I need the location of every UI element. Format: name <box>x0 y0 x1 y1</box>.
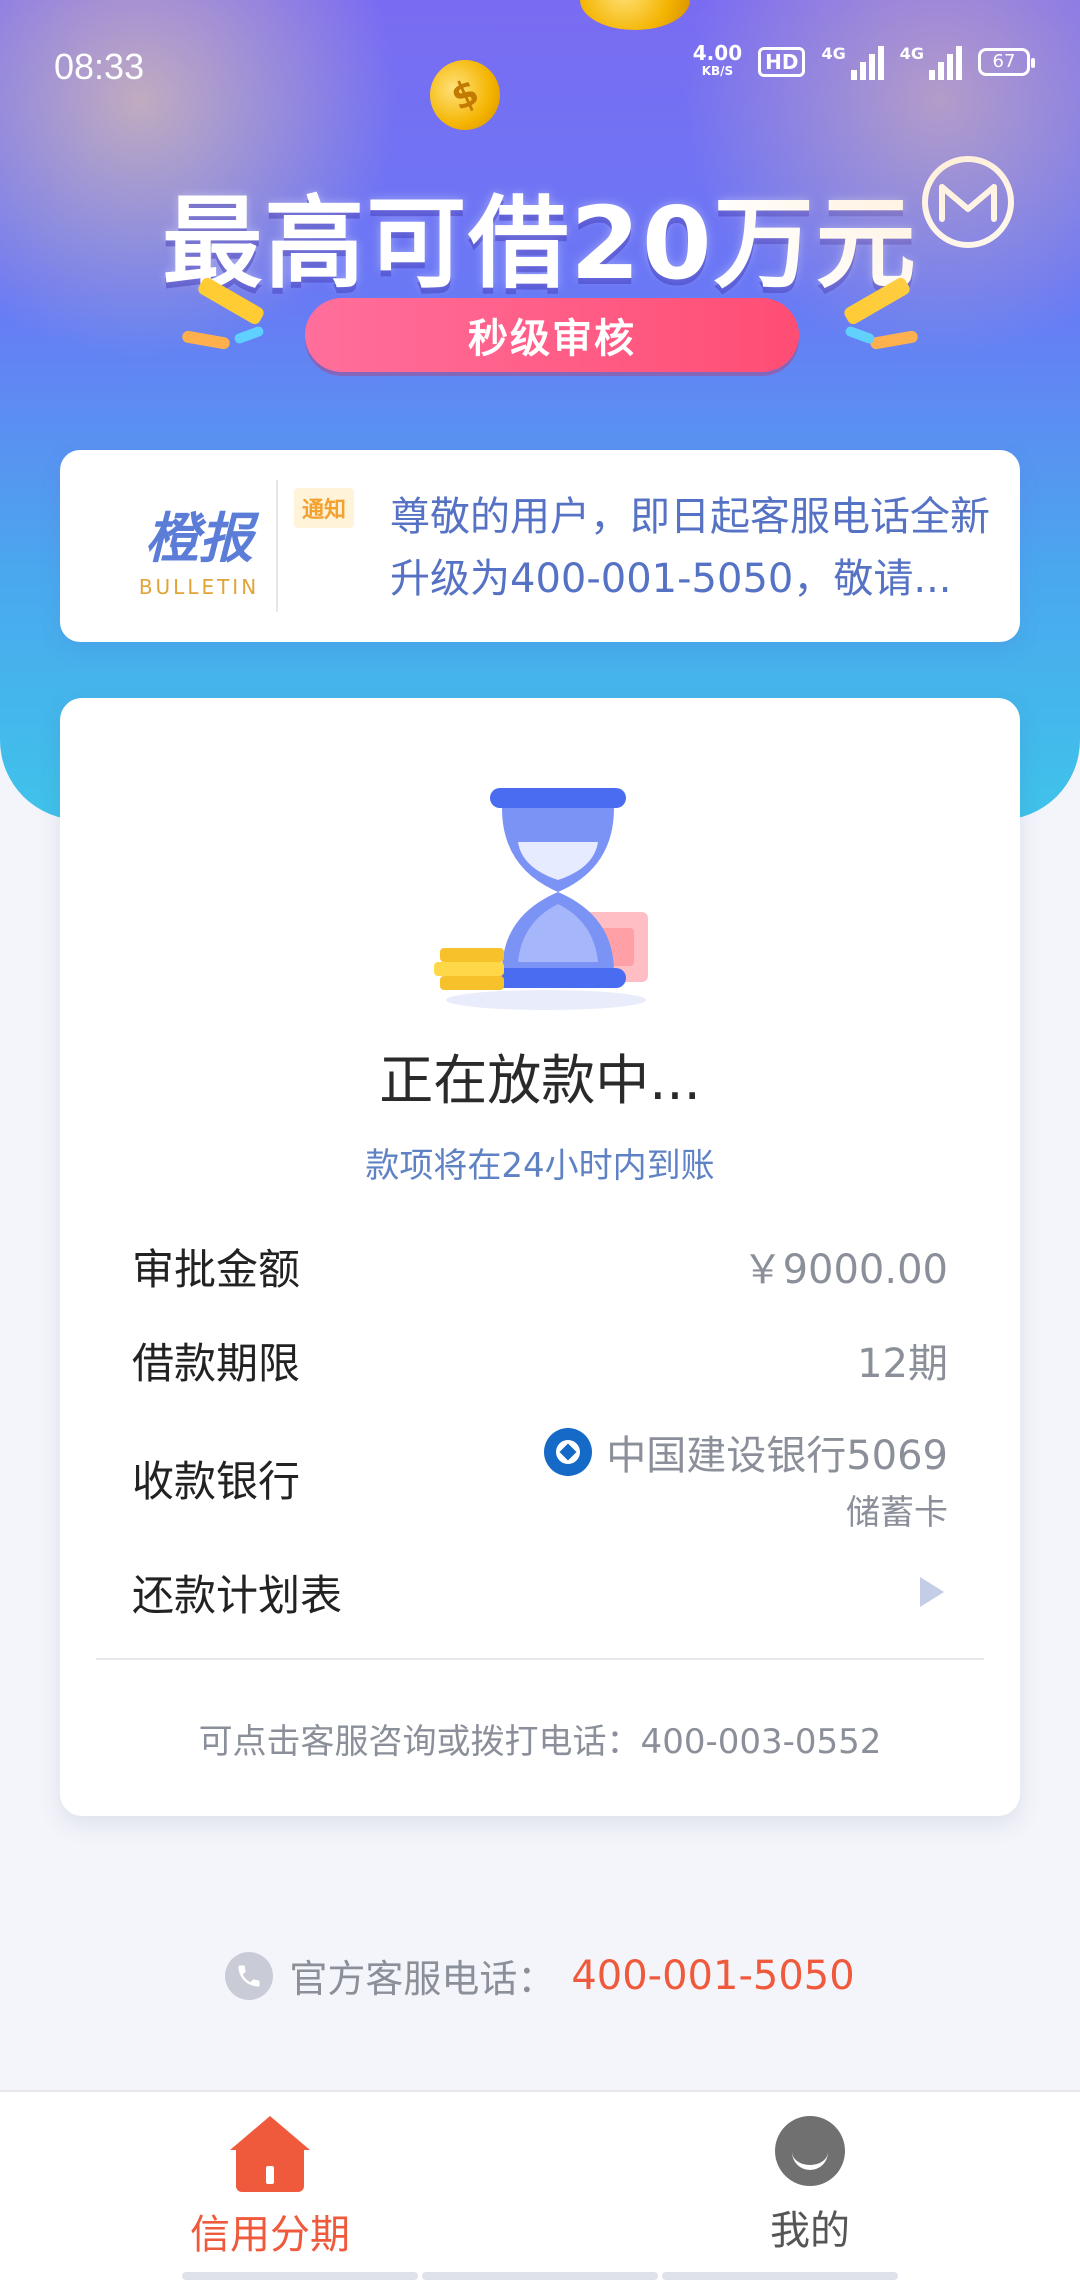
bulletin-logo-cn: 橙报 <box>145 507 253 570</box>
hourglass-icon <box>434 788 648 1010</box>
signal-icon: 4G <box>900 44 962 80</box>
official-hotline[interactable]: 官方客服电话： 400-001-5050 <box>0 1948 1080 2003</box>
hotline-label: 官方客服电话： <box>289 1957 556 2001</box>
repayment-plan-label: 还款计划表 <box>132 1570 343 1620</box>
phone-icon <box>225 1951 274 2000</box>
customer-service-hint[interactable]: 可点击客服咨询或拨打电话：400-003-0552 <box>60 1714 1020 1763</box>
repayment-plan-row[interactable]: 还款计划表 <box>132 1552 948 1632</box>
loan-term-row: 借款期限 12期 <box>132 1320 948 1400</box>
bulletin-text[interactable]: 尊敬的用户，即日起客服电话全新升级为400-001-5050，敬请... <box>390 486 1000 610</box>
loan-status-title: 正在放款中... <box>379 1049 701 1112</box>
bulletin-logo: 橙报 BULLETIN <box>104 494 294 599</box>
tab-credit-installment-label: 信用分期 <box>190 2212 350 2258</box>
fast-review-pill[interactable]: 秒级审核 <box>305 298 799 372</box>
tab-mine-label: 我的 <box>770 2208 850 2254</box>
bulletin-logo-en: BULLETIN <box>138 575 260 599</box>
bottom-nav: 信用分期 我的 <box>0 2090 1080 2280</box>
tab-mine[interactable]: 我的 <box>660 2116 960 2256</box>
home-icon <box>228 2116 312 2194</box>
sim2-label: 4G <box>899 44 924 63</box>
notice-tag: 通知 <box>294 488 355 528</box>
network-speed-value: 4.00 <box>692 41 743 65</box>
confetti-decoration <box>844 325 876 345</box>
sim1-label: 4G <box>821 44 846 63</box>
confetti-decoration <box>869 329 919 351</box>
hd-voice-icon: HD <box>758 47 806 77</box>
bank-card-type: 储蓄卡 <box>846 1492 948 1533</box>
receiving-bank-label: 收款银行 <box>132 1456 301 1506</box>
tab-credit-installment[interactable]: 信用分期 <box>120 2116 420 2260</box>
message-envelope-icon <box>939 184 997 222</box>
customer-service-button[interactable] <box>922 156 1014 248</box>
divider <box>96 1658 984 1660</box>
confetti-decoration <box>842 275 912 327</box>
loan-status-card: 正在放款中... 款项将在24小时内到账 审批金额 ￥9000.00 借款期限 … <box>60 698 1020 1816</box>
bank-name: 中国建设银行5069 <box>606 1432 948 1479</box>
chevron-right-icon <box>920 1577 944 1607</box>
banner-headline: 最高可借20万元 <box>162 185 918 302</box>
loan-term-value: 12期 <box>857 1341 948 1387</box>
loan-term-label: 借款期限 <box>132 1338 301 1388</box>
confetti-decoration <box>181 329 231 351</box>
status-time: 08:33 <box>54 46 145 87</box>
approved-amount-label: 审批金额 <box>132 1244 301 1294</box>
receiving-bank-value: 中国建设银行5069 储蓄卡 <box>544 1423 948 1534</box>
user-icon <box>775 2116 845 2190</box>
status-bar: 08:33 4.00 KB/S HD 4G 4G 67 <box>0 0 1080 130</box>
divider <box>276 480 278 612</box>
hotline-number[interactable]: 400-001-5050 <box>571 1953 854 1999</box>
loan-status-subtitle: 款项将在24小时内到账 <box>365 1146 715 1186</box>
network-speed: 4.00 KB/S <box>692 41 743 80</box>
approved-amount-value: ￥9000.00 <box>742 1247 948 1293</box>
confetti-decoration <box>233 325 265 345</box>
battery-icon: 67 <box>978 48 1035 76</box>
receiving-bank-row: 收款银行 中国建设银行5069 储蓄卡 <box>132 1418 948 1538</box>
bulletin-card[interactable]: 橙报 BULLETIN 通知 尊敬的用户，即日起客服电话全新升级为400-001… <box>60 450 1020 642</box>
signal-icon: 4G <box>821 44 884 80</box>
approved-amount-row: 审批金额 ￥9000.00 <box>132 1226 948 1306</box>
ccb-bank-logo-icon <box>544 1427 593 1476</box>
gesture-bar <box>0 2272 1080 2280</box>
